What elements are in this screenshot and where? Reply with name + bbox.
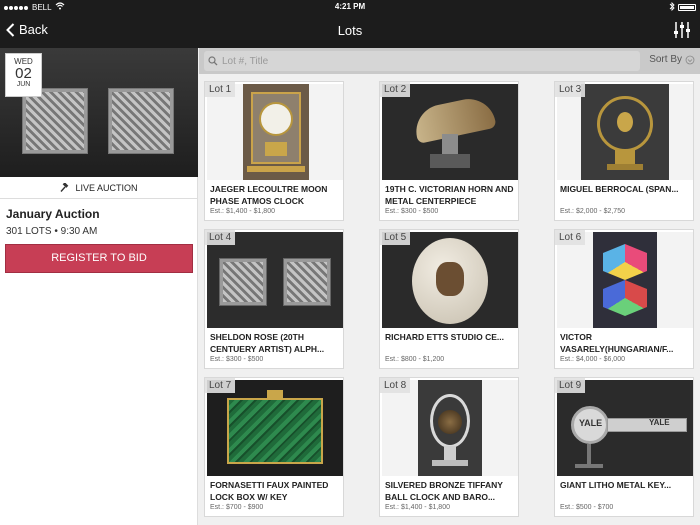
lot-image xyxy=(557,232,693,328)
lot-title: JAEGER LECOULTRE MOON PHASE ATMOS CLOCK xyxy=(210,184,328,206)
lot-image xyxy=(382,232,518,328)
sliders-icon xyxy=(674,22,690,38)
lot-estimate: Est.: $4,000 - $6,000 xyxy=(560,356,625,363)
key-blade-text: YALE xyxy=(649,418,670,427)
lot-card[interactable]: Lot 5 RICHARD ETTS STUDIO CE... Est.: $8… xyxy=(379,229,519,369)
search-field xyxy=(204,51,640,71)
lot-card[interactable]: Lot 6 VICTOR VASARELY(HUNGARIAN/F... Est… xyxy=(554,229,694,369)
lot-estimate: Est.: $300 - $500 xyxy=(385,208,439,215)
nav-bar: Back Lots xyxy=(0,13,700,48)
lot-estimate: Est.: $1,400 - $1,800 xyxy=(210,208,275,215)
lot-estimate: Est.: $2,000 - $2,750 xyxy=(560,208,625,215)
lot-number: Lot 3 xyxy=(555,82,586,97)
lot-image xyxy=(557,84,693,180)
lot-title: MIGUEL BERROCAL (SPAN... xyxy=(560,184,679,194)
live-auction-label: LIVE AUCTION xyxy=(75,182,138,193)
filter-button[interactable] xyxy=(672,20,692,40)
search-icon xyxy=(208,56,218,66)
lot-card[interactable]: Lot 1 JAEGER LECOULTRE MOON PHASE ATMOS … xyxy=(204,81,344,221)
lot-estimate: Est.: $300 - $500 xyxy=(210,356,264,363)
lot-number: Lot 8 xyxy=(380,378,411,393)
search-bar: Sort By xyxy=(199,48,700,74)
lot-card[interactable]: Lot 2 19TH C. VICTORIAN HORN AND METAL C… xyxy=(379,81,519,221)
auction-detail-panel: WED 02 JUN LIVE AUCTION January Auction … xyxy=(0,48,198,525)
search-input[interactable] xyxy=(222,55,632,67)
auction-date-badge: WED 02 JUN xyxy=(5,53,42,97)
lot-estimate: Est.: $1,400 - $1,800 xyxy=(385,504,450,511)
lot-title: VICTOR VASARELY(HUNGARIAN/F... xyxy=(560,332,674,354)
lot-card[interactable]: Lot 7 FORNASETTI FAUX PAINTED LOCK BOX W… xyxy=(204,377,344,517)
lot-card[interactable]: Lot 8 SILVERED BRONZE TIFFANY BALL CLOCK… xyxy=(379,377,519,517)
cube-sculpture-right xyxy=(108,88,174,154)
lot-title: GIANT LITHO METAL KEY... xyxy=(560,480,672,490)
date-month: JUN xyxy=(16,81,31,88)
lot-number: Lot 2 xyxy=(380,82,411,97)
status-time: 4:21 PM xyxy=(334,2,366,11)
lot-estimate: Est.: $500 - $700 xyxy=(560,504,614,511)
bluetooth-icon xyxy=(669,1,675,13)
lot-estimate: Est.: $800 - $1,200 xyxy=(385,356,445,363)
live-auction-indicator: LIVE AUCTION xyxy=(0,177,198,199)
lot-card[interactable]: YALE YALE Lot 9 GIANT LITHO METAL KEY...… xyxy=(554,377,694,517)
lot-number: Lot 6 xyxy=(555,230,586,245)
lot-number: Lot 1 xyxy=(205,82,236,97)
lot-number: Lot 4 xyxy=(205,230,236,245)
gavel-icon xyxy=(60,182,69,192)
lot-number: Lot 7 xyxy=(205,378,236,393)
lot-image xyxy=(382,380,518,476)
lot-image xyxy=(382,84,518,180)
lot-title: RICHARD ETTS STUDIO CE... xyxy=(385,332,505,342)
lot-title: 19TH C. VICTORIAN HORN AND METAL CENTERP… xyxy=(385,184,514,206)
cube-sculpture-left xyxy=(22,88,88,154)
status-right xyxy=(669,1,696,13)
lot-image xyxy=(207,84,343,180)
sort-by-button[interactable]: Sort By xyxy=(649,54,695,65)
lot-title: SILVERED BRONZE TIFFANY BALL CLOCK AND B… xyxy=(385,480,503,502)
auction-title: January Auction xyxy=(6,207,100,221)
page-title: Lots xyxy=(337,23,363,38)
lot-number: Lot 9 xyxy=(555,378,586,393)
lots-grid: Lot 1 JAEGER LECOULTRE MOON PHASE ATMOS … xyxy=(199,74,700,525)
lot-image xyxy=(207,232,343,328)
key-logo-text: YALE xyxy=(579,418,603,428)
lot-estimate: Est.: $700 - $900 xyxy=(210,504,264,511)
lot-title: SHELDON ROSE (20TH CENTUERY ARTIST) ALPH… xyxy=(210,332,325,354)
lot-image xyxy=(207,380,343,476)
date-day: 02 xyxy=(15,65,32,82)
status-bar: BELL 4:21 PM xyxy=(0,0,700,13)
sort-by-label: Sort By xyxy=(649,54,682,65)
battery-icon xyxy=(678,4,696,11)
register-to-bid-button[interactable]: REGISTER TO BID xyxy=(5,244,193,273)
lot-number: Lot 5 xyxy=(380,230,411,245)
auction-cover-image: WED 02 JUN xyxy=(0,48,198,177)
auction-meta: 301 LOTS • 9:30 AM xyxy=(6,226,98,237)
lot-image: YALE YALE xyxy=(557,380,693,476)
lot-title: FORNASETTI FAUX PAINTED LOCK BOX W/ KEY xyxy=(210,480,329,502)
lot-card[interactable]: Lot 3 MIGUEL BERROCAL (SPAN... Est.: $2,… xyxy=(554,81,694,221)
chevron-down-icon xyxy=(685,55,695,64)
lot-card[interactable]: Lot 4 SHELDON ROSE (20TH CENTUERY ARTIST… xyxy=(204,229,344,369)
